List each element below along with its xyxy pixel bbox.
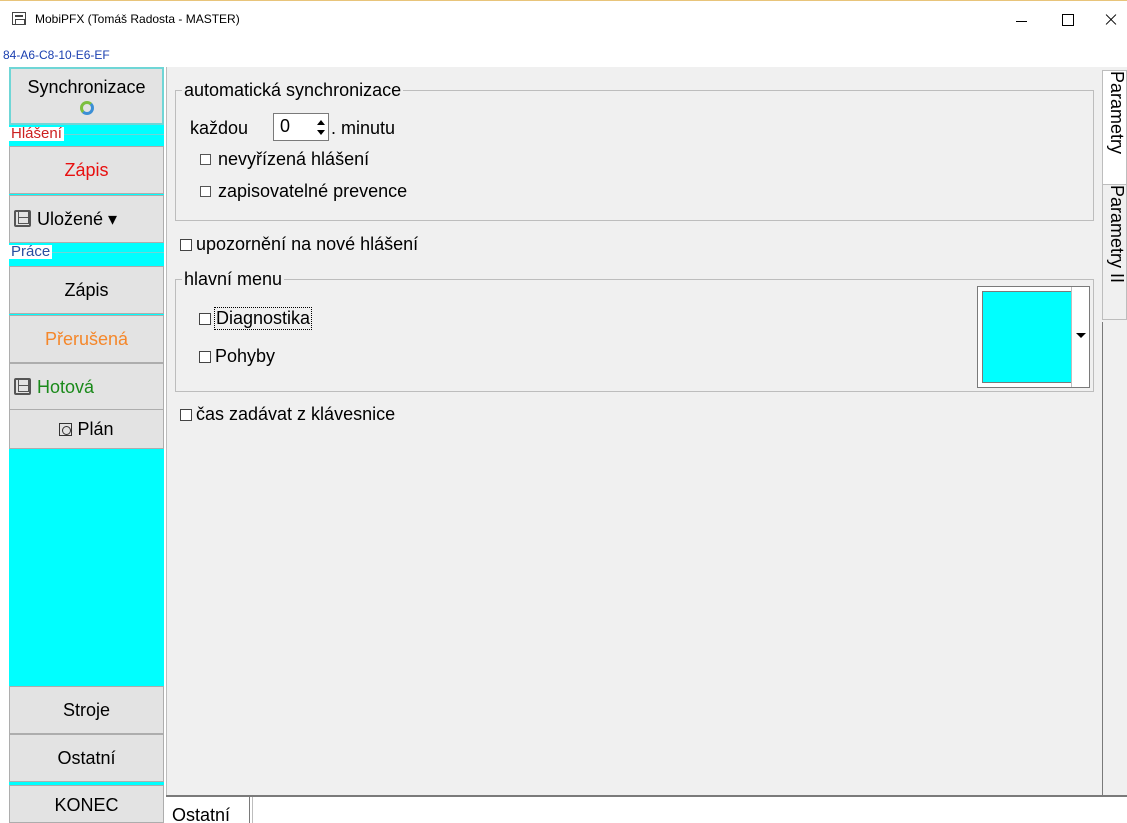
prerusena-button[interactable]: Přerušená [9, 315, 164, 363]
window-title: MobiPFX (Tomáš Radosta - MASTER) [35, 12, 240, 26]
nevyrizena-checkbox[interactable] [200, 154, 211, 165]
ostatni-button[interactable]: Ostatní [9, 734, 164, 782]
sync-label: Synchronizace [27, 77, 146, 97]
group-label-prace: Práce [9, 243, 53, 260]
close-button[interactable] [1090, 1, 1127, 39]
title-bar: MobiPFX (Tomáš Radosta - MASTER) [0, 0, 1127, 38]
kazdou-label: každou [190, 118, 249, 138]
cas-zadavat-checkbox[interactable] [180, 409, 192, 421]
diagnostika-checkbox[interactable] [199, 313, 211, 325]
minimize-button[interactable] [998, 1, 1044, 39]
auto-sync-group: automatická synchronizace každou 0 . min… [175, 80, 1094, 221]
pohyby-checkbox[interactable] [199, 351, 211, 363]
auto-sync-legend: automatická synchronizace [182, 80, 404, 100]
sidebar: Synchronizace Hlášení Zápis Uložené ▾ Pr… [9, 67, 164, 823]
app-icon [12, 12, 26, 25]
tab-parametry-ii-label: Parametry II [1107, 185, 1127, 284]
plan-button[interactable]: Plán [9, 409, 164, 449]
tab-ostatni[interactable]: Ostatní [168, 797, 250, 823]
spin-down-icon[interactable] [317, 130, 325, 135]
dropdown-arrow-icon[interactable] [1071, 287, 1089, 387]
konec-button[interactable]: KONEC [9, 785, 164, 823]
interval-value: 0 [280, 116, 291, 136]
main-panel: automatická synchronizace každou 0 . min… [166, 67, 1102, 795]
color-picker-combo[interactable] [977, 286, 1090, 388]
color-swatch [982, 291, 1072, 383]
floppy-icon [14, 378, 31, 395]
clock-icon [59, 423, 73, 436]
zapisovatelne-label: zapisovatelné prevence [218, 181, 408, 201]
interval-spinner[interactable]: 0 [273, 113, 329, 141]
prace-zapis-button[interactable]: Zápis [9, 266, 164, 314]
ulozene-button[interactable]: Uložené ▾ [9, 195, 164, 243]
bottom-tab-area [252, 797, 1127, 823]
tab-parametry[interactable]: Parametry [1102, 70, 1127, 185]
pohyby-label: Pohyby [215, 346, 276, 366]
sync-button[interactable]: Synchronizace [9, 67, 164, 125]
mac-address: 84-A6-C8-10-E6-EF [3, 48, 110, 62]
cas-zadavat-label: čas zadávat z klávesnice [196, 404, 396, 424]
stroje-button[interactable]: Stroje [9, 686, 164, 734]
zapisovatelne-checkbox[interactable] [200, 186, 211, 197]
hlavni-menu-group: hlavní menu Diagnostika Pohyby [175, 269, 1094, 392]
plan-label: Plán [77, 419, 114, 439]
floppy-icon [14, 210, 31, 227]
minutu-label: . minutu [331, 118, 396, 138]
upozorneni-label: upozornění na nové hlášení [196, 234, 419, 254]
hotova-button[interactable]: Hotová [9, 363, 164, 411]
tab-parametry-label: Parametry [1107, 71, 1127, 155]
upozorneni-checkbox[interactable] [180, 239, 192, 251]
sync-icon [79, 101, 94, 115]
ulozene-label: Uložené ▾ [37, 209, 118, 229]
right-tab-strip: Parametry Parametry II [1102, 67, 1127, 795]
tab-divider [1102, 322, 1103, 795]
diagnostika-label: Diagnostika [214, 307, 313, 330]
hlavni-menu-legend: hlavní menu [182, 269, 285, 289]
maximize-button[interactable] [1044, 1, 1090, 39]
hlaseni-zapis-button[interactable]: Zápis [9, 146, 164, 194]
hotova-label: Hotová [37, 377, 95, 397]
nevyrizena-label: nevyřízená hlášení [218, 149, 370, 169]
spin-up-icon[interactable] [317, 120, 325, 125]
tab-parametry-ii[interactable]: Parametry II [1102, 185, 1127, 320]
group-label-hlaseni: Hlášení [9, 125, 64, 142]
